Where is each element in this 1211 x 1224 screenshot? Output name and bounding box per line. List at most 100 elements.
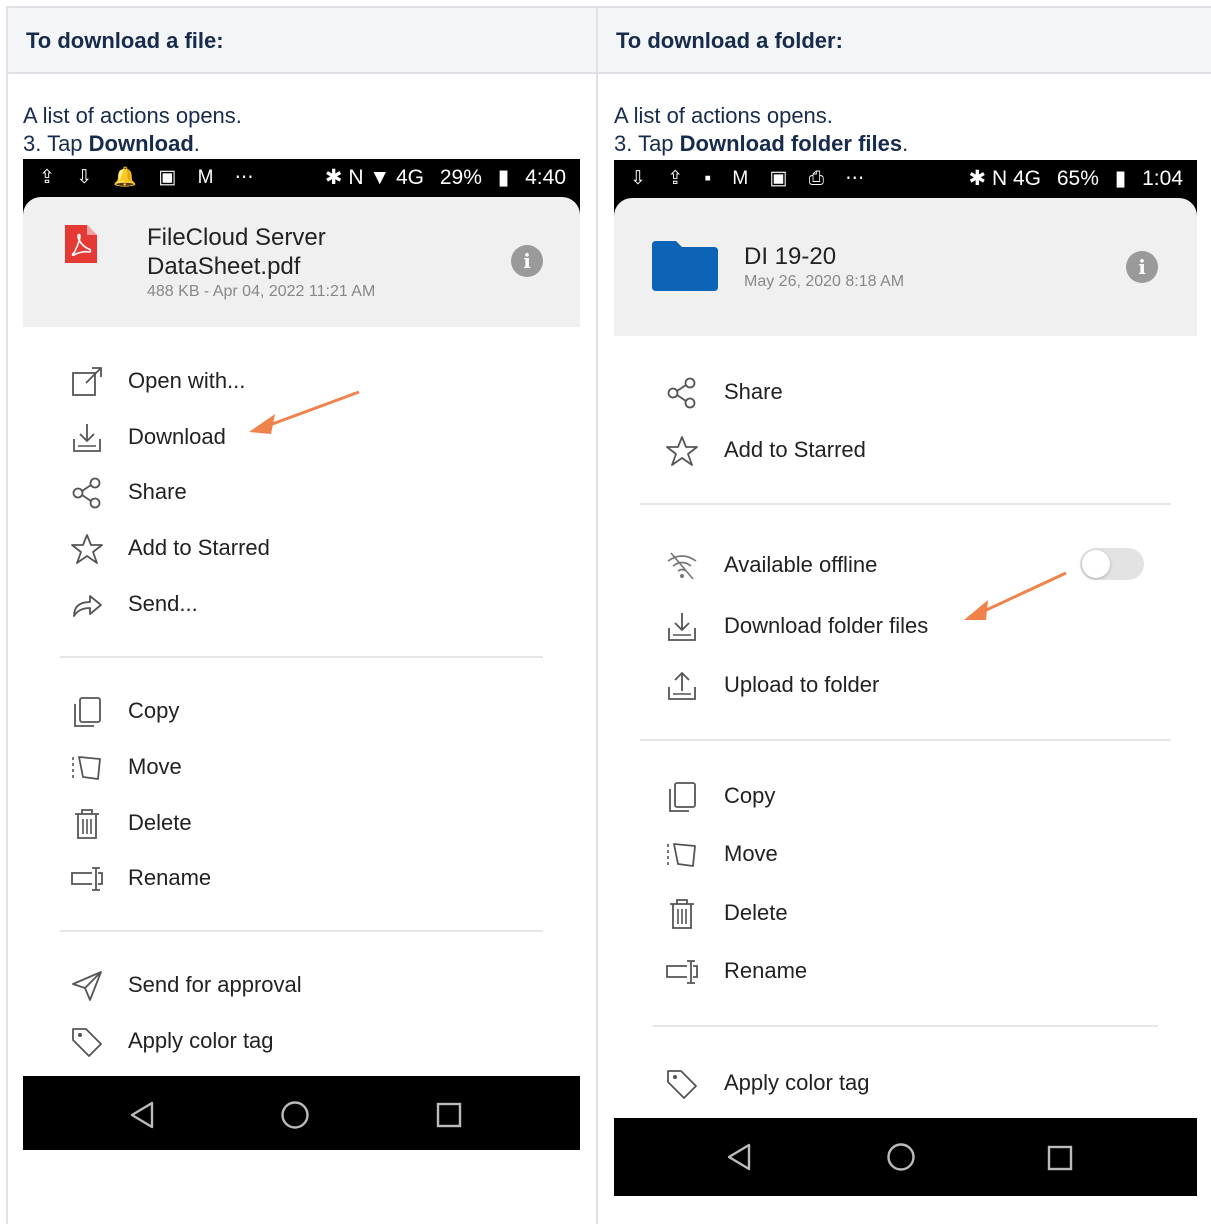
menu-item-move[interactable]: Move <box>614 832 1197 876</box>
menu-label: Send... <box>128 591 198 616</box>
left-intro: A list of actions opens. 3. Tap Download… <box>23 102 242 158</box>
menu-item-send[interactable]: Send... <box>23 582 580 626</box>
menu-divider <box>653 1025 1158 1027</box>
menu-item-rename[interactable]: Rename <box>614 949 1197 993</box>
menu-label: Upload to folder <box>724 672 880 697</box>
menu-label: Rename <box>128 865 212 890</box>
menu-label: Apply color tag <box>128 1028 274 1053</box>
menu-label: Open with... <box>128 368 246 393</box>
menu-label: Share <box>128 479 187 504</box>
menu-label: Delete <box>724 900 788 925</box>
menu-label: Copy <box>724 783 776 808</box>
menu-divider <box>640 503 1171 505</box>
menu-item-copy[interactable]: Copy <box>614 774 1197 818</box>
file-meta: 488 KB - Apr 04, 2022 11:21 AM <box>147 283 376 300</box>
menu-item-apply-color-tag[interactable]: Apply color tag <box>23 1019 580 1063</box>
recents-icon[interactable] <box>1047 1145 1073 1171</box>
menu-item-move[interactable]: Move <box>23 745 580 789</box>
menu-label: Share <box>724 379 783 404</box>
menu-item-available-offline[interactable]: Available offline <box>614 543 1197 587</box>
share-icon <box>667 377 696 409</box>
menu-label: Send for approval <box>128 972 302 997</box>
menu-item-add-to-starred[interactable]: Add to Starred <box>614 428 1197 472</box>
menu-item-send-for-approval[interactable]: Send for approval <box>23 963 580 1007</box>
clock: 1:04 <box>1142 167 1183 190</box>
paper-plane-icon <box>72 971 102 1001</box>
battery-level: 29% <box>439 166 482 189</box>
download-icon <box>73 424 101 452</box>
copy-icon <box>669 782 696 812</box>
menu-item-apply-color-tag[interactable]: Apply color tag <box>614 1061 1197 1105</box>
star-icon <box>666 436 698 466</box>
battery-icon: ▮ <box>1114 167 1127 190</box>
left-intro-line: A list of actions opens. <box>23 103 242 128</box>
folder-icon <box>652 241 718 291</box>
left-phone-screenshot: ⇪ ⇩ 🔔 ▣ M ⋯ ✱ N ▼ 4G 29% ▮ 4:40 FileClou… <box>23 159 580 1150</box>
right-intro-line: A list of actions opens. <box>614 103 833 128</box>
right-intro: A list of actions opens. 3. Tap Download… <box>614 102 908 158</box>
rename-icon <box>666 960 698 984</box>
menu-item-copy[interactable]: Copy <box>23 689 580 733</box>
menu-label: Apply color tag <box>724 1070 870 1095</box>
status-bar: ⇪ ⇩ 🔔 ▣ M ⋯ ✱ N ▼ 4G 29% ▮ 4:40 <box>23 159 580 197</box>
menu-label: Add to Starred <box>128 535 270 560</box>
right-phone-screenshot: ⇩ ⇪ ▪ M ▣ ⎙ ⋯ ✱ N 4G 65% ▮ 1:04 DI 19-20… <box>614 160 1197 1196</box>
folder-header-card: DI 19-20 May 26, 2020 8:18 AM i <box>614 198 1197 336</box>
annotation-arrow <box>964 571 1067 620</box>
menu-item-share[interactable]: Share <box>614 370 1197 414</box>
recents-icon[interactable] <box>436 1102 462 1128</box>
open-external-icon <box>72 367 102 396</box>
notification-icons: ⇪ ⇩ 🔔 ▣ M ⋯ <box>39 167 262 188</box>
annotation-arrow <box>249 390 360 434</box>
star-icon <box>71 534 103 564</box>
info-icon[interactable]: i <box>1126 251 1158 283</box>
menu-item-upload-to-folder[interactable]: Upload to folder <box>614 663 1197 707</box>
column-divider <box>596 6 598 1224</box>
battery-level: 65% <box>1056 167 1099 190</box>
menu-item-delete[interactable]: Delete <box>614 891 1197 935</box>
download-icon <box>668 613 696 641</box>
folder-title: DI 19-20 <box>744 243 837 270</box>
trash-icon <box>75 809 99 839</box>
battery-icon: ▮ <box>497 166 510 189</box>
offline-toggle[interactable] <box>1080 548 1144 580</box>
menu-item-add-to-starred[interactable]: Add to Starred <box>23 526 580 570</box>
back-icon[interactable] <box>129 1100 155 1130</box>
status-bar: ⇩ ⇪ ▪ M ▣ ⎙ ⋯ ✱ N 4G 65% ▮ 1:04 <box>614 160 1197 198</box>
menu-divider <box>60 656 543 658</box>
upload-icon <box>668 671 696 700</box>
status-right: ✱ N 4G 65% ▮ 1:04 <box>959 160 1183 198</box>
tag-icon <box>72 1028 102 1057</box>
menu-label: Available offline <box>724 552 878 577</box>
menu-divider <box>60 930 543 932</box>
trash-icon <box>670 899 694 929</box>
menu-item-share[interactable]: Share <box>23 470 580 514</box>
menu-label: Download folder files <box>724 613 929 638</box>
back-icon[interactable] <box>726 1142 752 1172</box>
menu-item-delete[interactable]: Delete <box>23 801 580 845</box>
file-title: FileCloud Server DataSheet.pdf <box>147 224 326 280</box>
menu-item-rename[interactable]: Rename <box>23 856 580 900</box>
left-intro-step: 3. Tap Download. <box>23 131 200 156</box>
menu-label: Move <box>724 841 778 866</box>
menu-label: Rename <box>724 958 808 983</box>
info-icon[interactable]: i <box>511 245 543 277</box>
menu-label: Copy <box>128 698 180 723</box>
menu-divider <box>640 739 1171 741</box>
file-header-card: FileCloud Server DataSheet.pdf 488 KB - … <box>23 197 580 327</box>
menu-label: Delete <box>128 810 192 835</box>
folder-meta: May 26, 2020 8:18 AM <box>744 273 905 290</box>
menu-label: Add to Starred <box>724 437 866 462</box>
system-icons: ✱ N ▼ 4G <box>324 166 424 189</box>
clock: 4:40 <box>525 166 566 189</box>
home-icon[interactable] <box>280 1100 310 1130</box>
right-intro-step: 3. Tap Download folder files. <box>614 131 909 156</box>
tag-icon <box>667 1070 697 1099</box>
pdf-file-icon <box>65 225 97 263</box>
offline-icon <box>667 552 697 580</box>
menu-item-download-folder-files[interactable]: Download folder files <box>614 604 1197 648</box>
notification-icons: ⇩ ⇪ ▪ M ▣ ⎙ ⋯ <box>630 168 873 189</box>
home-icon[interactable] <box>886 1142 916 1172</box>
copy-icon <box>74 697 101 727</box>
move-icon <box>667 843 696 867</box>
